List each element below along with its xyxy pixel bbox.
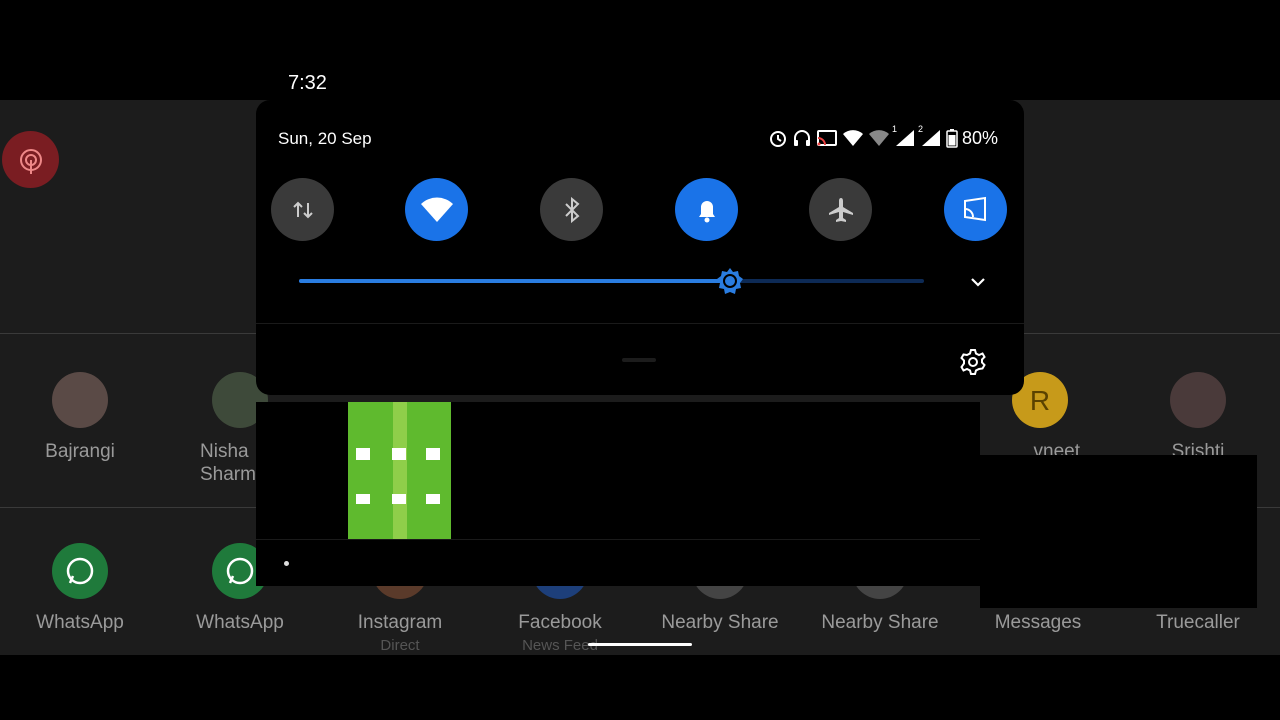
quick-settings-panel: Sun, 20 Sep 1 2 80%	[256, 100, 1024, 395]
brightness-slider[interactable]	[299, 264, 924, 298]
sim-2-indicator: 2	[918, 124, 942, 148]
player-card	[392, 494, 406, 504]
airplane-icon	[828, 197, 853, 222]
settings-button[interactable]	[959, 348, 987, 376]
app-label: Nearby Share	[661, 612, 779, 633]
divider	[256, 539, 980, 540]
date-label[interactable]: Sun, 20 Sep	[278, 129, 372, 149]
app-label: Truecaller	[1156, 612, 1240, 633]
brightness-thumb[interactable]	[715, 266, 745, 296]
app-label: WhatsApp	[36, 612, 124, 633]
bell-icon	[698, 200, 715, 222]
app-label: Nearby Share	[821, 612, 939, 633]
battery-percent: 80%	[962, 127, 999, 148]
bluetooth-icon	[564, 196, 579, 223]
signal-icon	[896, 130, 914, 146]
whatsapp-icon	[52, 543, 108, 599]
player-card	[426, 448, 440, 460]
tile-airplane-mode[interactable]	[809, 178, 872, 241]
status-icons: 1 2 80%	[768, 124, 999, 149]
contact-bajrangi[interactable]: Bajrangi	[0, 372, 160, 463]
sim-2-label: 2	[918, 124, 924, 134]
contact-label: Bajrangi	[45, 441, 115, 462]
avatar	[1170, 372, 1226, 428]
contact-label: Nisha Sharm	[200, 441, 256, 485]
avatar	[52, 372, 108, 428]
app-icon-top-left[interactable]	[2, 131, 59, 188]
player-card	[356, 494, 370, 504]
wifi-icon	[420, 197, 453, 222]
sim-1-label: 1	[892, 124, 898, 134]
brightness-fill	[299, 279, 731, 283]
volte-icon	[869, 130, 889, 146]
wifi-status-icon	[843, 130, 863, 146]
sun-icon	[717, 268, 744, 294]
app-label: Facebook	[518, 612, 602, 633]
app-label: Instagram	[357, 612, 443, 633]
tile-bluetooth[interactable]	[540, 178, 603, 241]
tile-wifi[interactable]	[405, 178, 468, 241]
tile-screencast[interactable]	[944, 178, 1007, 241]
chevron-down-icon	[971, 278, 985, 287]
app-label: Messages	[994, 612, 1082, 633]
battery-icon	[946, 129, 958, 148]
player-card	[392, 448, 406, 460]
notification-card[interactable]	[256, 402, 980, 586]
expand-chevron[interactable]	[966, 270, 990, 294]
headset-icon	[794, 130, 810, 146]
screenshot-thumbnail[interactable]	[348, 402, 451, 539]
sim-1-indicator: 1	[892, 124, 916, 148]
player-card	[356, 448, 370, 460]
redacted-area	[980, 455, 1257, 608]
drag-handle[interactable]	[622, 358, 656, 362]
gesture-nav-bar[interactable]	[588, 643, 692, 646]
signal-icon	[922, 130, 940, 146]
app-whatsapp[interactable]: WhatsApp	[0, 543, 160, 634]
data-transfer-icon	[292, 201, 313, 218]
app-sublabel: Direct	[380, 637, 420, 654]
player-card	[426, 494, 440, 504]
status-time: 7:32	[288, 72, 327, 94]
divider	[256, 323, 1024, 324]
screencast-icon	[963, 196, 986, 221]
contact-srishti[interactable]: Srishti	[1118, 372, 1278, 463]
alarm-icon	[770, 131, 786, 147]
page-indicator-dot	[284, 561, 289, 566]
cast-icon	[817, 130, 837, 146]
gear-icon	[960, 349, 986, 375]
tile-mobile-data[interactable]	[271, 178, 334, 241]
app-label: WhatsApp	[196, 612, 284, 633]
tile-sound[interactable]	[675, 178, 738, 241]
pitch-strip	[393, 402, 407, 539]
